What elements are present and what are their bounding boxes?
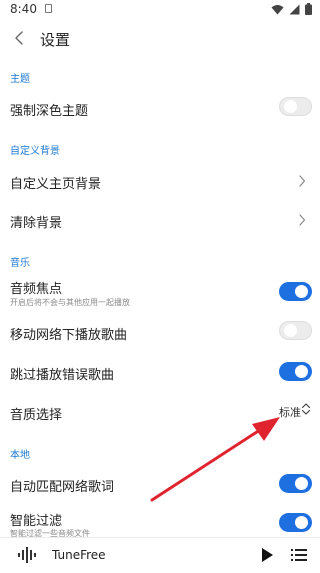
now-playing-title[interactable]: TuneFree <box>52 548 106 562</box>
toggle-knob <box>284 324 297 337</box>
wifi-icon <box>271 4 284 14</box>
auto-match-lyrics-label[interactable]: 自动匹配网络歌词 <box>10 476 114 495</box>
section-header-music: 音乐 <box>10 258 30 269</box>
unfold-icon[interactable] <box>301 402 311 416</box>
clear-background-label[interactable]: 清除背景 <box>10 212 62 231</box>
audio-focus-label[interactable]: 音频焦点 <box>10 278 62 297</box>
audio-quality-value[interactable]: 标准 <box>279 404 301 420</box>
mini-player-bar[interactable]: TuneFree <box>0 537 320 573</box>
audio-quality-label[interactable]: 音质选择 <box>10 404 62 423</box>
app-bar: 设置 <box>0 20 320 58</box>
mobile-network-playback-toggle[interactable] <box>279 321 312 340</box>
audio-focus-toggle[interactable] <box>279 282 312 301</box>
playlist-icon[interactable] <box>291 547 307 563</box>
section-header-custom-background: 自定义背景 <box>10 146 60 157</box>
toggle-knob <box>295 285 308 298</box>
force-dark-theme-toggle[interactable] <box>279 97 312 116</box>
toggle-knob <box>295 516 308 529</box>
status-time: 8:40 <box>10 2 37 16</box>
status-bar: 8:40 <box>0 0 320 20</box>
toggle-knob <box>295 477 308 490</box>
chevron-right-icon[interactable] <box>297 213 307 227</box>
notification-icon <box>45 4 52 13</box>
page-title: 设置 <box>40 31 71 49</box>
chevron-left-icon <box>15 31 23 45</box>
smart-filter-label[interactable]: 智能过滤 <box>10 510 62 529</box>
section-header-local: 本地 <box>10 450 30 461</box>
toggle-knob <box>295 365 308 378</box>
system-icons <box>271 3 312 15</box>
back-button[interactable] <box>8 26 32 50</box>
custom-home-background-label[interactable]: 自定义主页背景 <box>10 173 101 192</box>
skip-error-songs-label[interactable]: 跳过播放错误歌曲 <box>10 364 114 383</box>
smart-filter-toggle[interactable] <box>279 513 312 532</box>
force-dark-theme-label[interactable]: 强制深色主题 <box>10 100 88 119</box>
mobile-network-playback-label[interactable]: 移动网络下播放歌曲 <box>10 324 127 343</box>
waveform-icon <box>18 547 36 563</box>
battery-icon <box>305 3 312 15</box>
auto-match-lyrics-toggle[interactable] <box>279 474 312 493</box>
play-icon[interactable] <box>259 546 275 564</box>
audio-focus-subtitle: 开启后将不会与其他应用一起播放 <box>10 298 130 307</box>
skip-error-songs-toggle[interactable] <box>279 362 312 381</box>
section-header-theme: 主题 <box>10 74 30 85</box>
signal-icon <box>289 4 300 14</box>
chevron-right-icon[interactable] <box>297 174 307 188</box>
toggle-knob <box>284 100 297 113</box>
